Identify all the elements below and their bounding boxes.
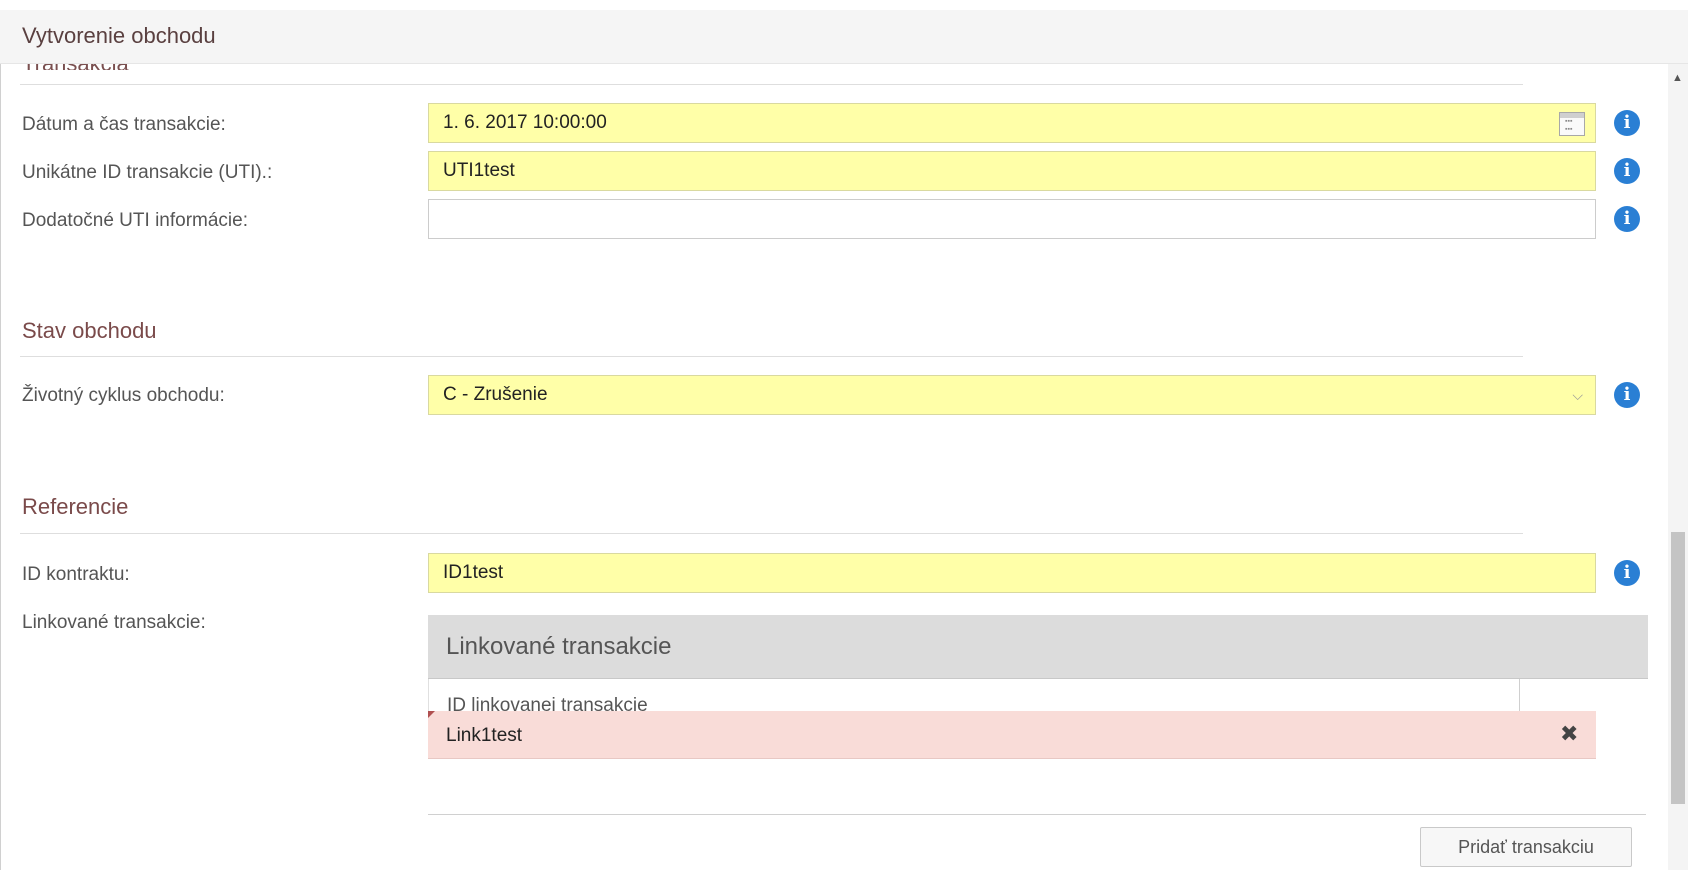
section-heading-references: Referencie [22,494,129,519]
linked-transactions-title: Linkované transakcie [446,633,672,660]
section-heading-transaction: Transakcia [22,64,129,70]
changed-flag-icon [428,711,435,718]
lifecycle-label: Životný cyklus obchodu: [22,385,225,406]
table-row[interactable]: Link1test ✖ [428,711,1596,759]
uti-extra-label: Dodatočné UTI informácie: [22,210,248,231]
uti-input[interactable]: UTI1test [428,151,1596,191]
scrollbar-thumb[interactable] [1671,532,1685,804]
dialog-title: Vytvorenie obchodu [22,23,216,48]
scroll-up-arrow-icon[interactable]: ▲ [1672,72,1683,84]
uti-extra-input[interactable] [428,199,1596,239]
linked-transactions-label: Linkované transakcie: [22,612,206,633]
dialog-titlebar: Vytvorenie obchodu [0,10,1688,64]
close-x-icon[interactable]: ✖ [1560,721,1578,747]
datetime-input[interactable]: 1. 6. 2017 10:00:00 [428,103,1596,143]
divider [20,84,1523,85]
datetime-label: Dátum a čas transakcie: [22,114,226,135]
info-icon[interactable]: i [1614,560,1640,586]
datetime-value: 1. 6. 2017 10:00:00 [443,112,607,133]
vertical-scrollbar[interactable]: ▲ [1668,64,1688,870]
uti-value: UTI1test [443,160,515,181]
info-icon[interactable]: i [1614,206,1640,232]
section-heading-trade-status: Stav obchodu [22,318,157,343]
divider [20,356,1523,357]
info-icon[interactable]: i [1614,158,1640,184]
divider [428,814,1646,815]
add-transaction-button[interactable]: Pridať transakciu [1420,827,1632,867]
divider [20,533,1523,534]
contract-input[interactable]: ID1test [428,553,1596,593]
contract-value: ID1test [443,562,504,583]
left-border [0,64,1,870]
lifecycle-select[interactable]: C - Zrušenie ⌵ [428,375,1596,415]
calendar-icon[interactable] [1559,112,1585,136]
lifecycle-value: C - Zrušenie [443,384,548,405]
linked-transactions-panel-header: Linkované transakcie [428,615,1648,679]
contract-label: ID kontraktu: [22,564,130,585]
uti-label: Unikátne ID transakcie (UTI).: [22,162,273,183]
info-icon[interactable]: i [1614,382,1640,408]
linked-transaction-id: Link1test [446,725,523,746]
info-icon[interactable]: i [1614,110,1640,136]
chevron-down-icon[interactable]: ⌵ [1572,385,1583,405]
